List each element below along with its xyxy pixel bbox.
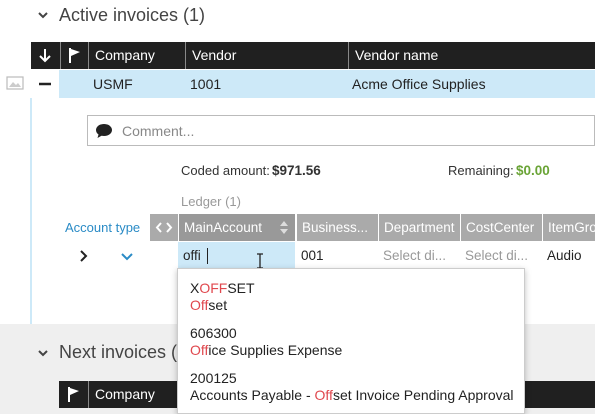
main-account-value: offi: [183, 248, 201, 263]
list-item[interactable]: 606300 Office Supplies Expense: [190, 325, 342, 359]
image-icon: [6, 76, 24, 90]
option-code: 606300: [190, 325, 237, 341]
ibeam-cursor-icon: [257, 253, 263, 269]
collapse-row-button[interactable]: [31, 70, 59, 98]
detail-panel-border: [30, 98, 32, 324]
sort-icon[interactable]: [278, 219, 290, 236]
text-cursor: [207, 248, 208, 264]
flag-icon[interactable]: [60, 42, 88, 69]
flag-icon[interactable]: [60, 381, 88, 408]
row-vendor: 1001: [190, 76, 222, 92]
option-code: XOFFSET: [190, 280, 255, 296]
cost-center-select[interactable]: Select di...: [460, 242, 542, 270]
remaining-label: Remaining:: [448, 163, 514, 178]
ledger-title: Ledger (1): [181, 194, 241, 209]
col-item-group[interactable]: ItemGro: [542, 214, 595, 241]
col-main-account[interactable]: MainAccount: [178, 214, 295, 241]
row-company: USMF: [93, 76, 133, 92]
chevron-down-icon[interactable]: [38, 10, 48, 20]
comment-field[interactable]: Comment...: [87, 115, 595, 146]
col-vendor[interactable]: Vendor: [185, 42, 348, 69]
department-select[interactable]: Select di...: [378, 242, 460, 270]
col-business[interactable]: Business...: [296, 214, 378, 241]
option-name: Accounts Payable - Offset Invoice Pendin…: [190, 387, 514, 403]
account-autocomplete-dropdown: XOFFSET Offset 606300 Office Supplies Ex…: [177, 268, 525, 414]
list-item[interactable]: XOFFSET Offset: [190, 280, 255, 314]
col-main-account-label: MainAccount: [184, 220, 263, 235]
list-item[interactable]: 200125 Accounts Payable - Offset Invoice…: [190, 370, 514, 404]
col-company[interactable]: Company: [88, 381, 188, 408]
option-name: Office Supplies Expense: [190, 342, 343, 358]
comment-icon: [96, 124, 112, 138]
active-invoices-title: Active invoices (1): [59, 5, 206, 25]
item-group-cell[interactable]: Audio: [542, 242, 595, 270]
col-department[interactable]: Department: [378, 214, 460, 241]
col-cost-center[interactable]: CostCenter: [460, 214, 542, 241]
column-scroll-arrows[interactable]: [150, 214, 178, 241]
remaining-value: $0.00: [516, 163, 550, 178]
chevron-down-icon[interactable]: [38, 348, 48, 358]
business-cell[interactable]: 001: [296, 242, 378, 270]
col-vendor-name[interactable]: Vendor name: [348, 42, 595, 69]
coded-amount-label: Coded amount:: [181, 163, 270, 178]
row-vendor-name: Acme Office Supplies: [352, 76, 486, 92]
chevron-down-icon[interactable]: [120, 252, 134, 262]
coded-amount-value: $971.56: [272, 163, 321, 178]
main-account-input[interactable]: offi: [178, 242, 295, 270]
account-type-label[interactable]: Account type: [65, 220, 140, 235]
option-name: Offset: [190, 297, 228, 313]
chevron-right-icon[interactable]: [79, 250, 89, 262]
col-company[interactable]: Company: [88, 42, 185, 69]
invoice-table-header: Company Vendor Vendor name: [31, 42, 595, 69]
option-code: 200125: [190, 370, 237, 386]
comment-placeholder: Comment...: [122, 123, 195, 139]
sort-down-icon[interactable]: [31, 42, 59, 69]
table-row[interactable]: USMF 1001 Acme Office Supplies: [59, 70, 595, 98]
next-invoices-title: Next invoices (: [59, 342, 178, 362]
